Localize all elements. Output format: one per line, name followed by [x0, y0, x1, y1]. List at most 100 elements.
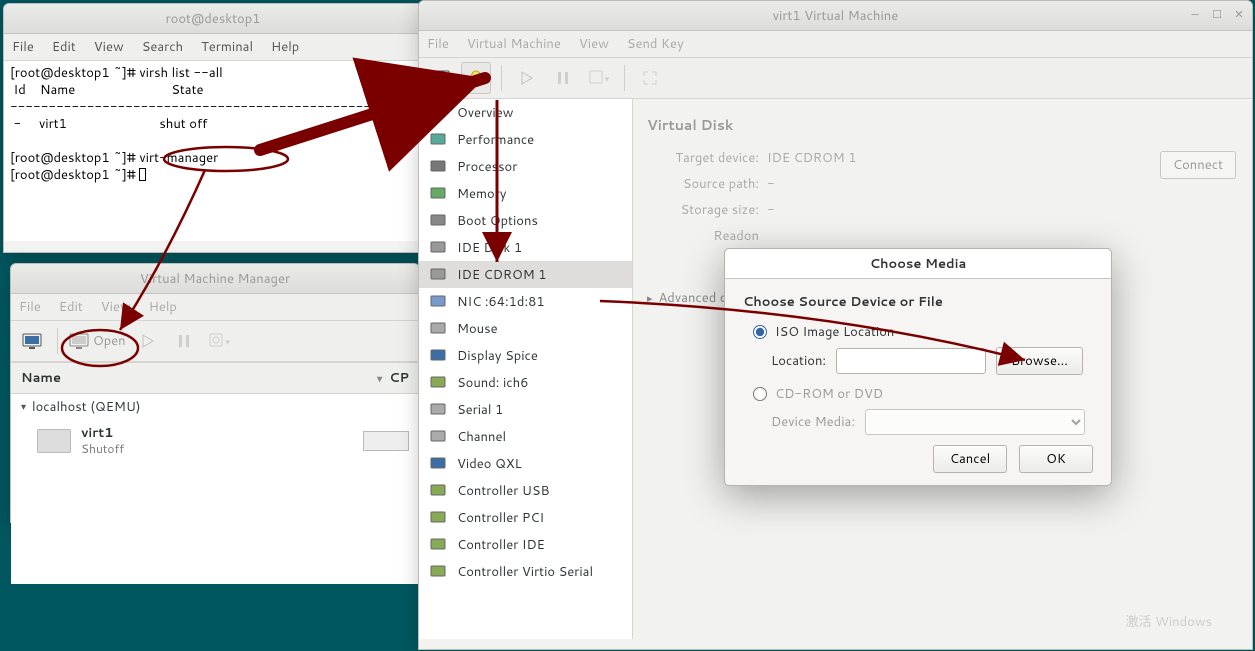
expand-icon[interactable]: ▾ — [21, 400, 26, 414]
menu-view[interactable]: View — [579, 35, 609, 53]
shutdown-button[interactable]: ▾ — [584, 62, 614, 94]
terminal-menubar: File Edit View Search Terminal Help — [4, 34, 422, 61]
col-cpu[interactable]: CP — [389, 369, 409, 387]
hw-item-ide-disk-1[interactable]: IDE Disk 1 — [419, 234, 632, 261]
iso-radio-label: ISO Image Location — [775, 323, 894, 341]
open-console-button[interactable]: Open — [68, 325, 127, 357]
cancel-button[interactable]: Cancel — [933, 445, 1007, 473]
run-button[interactable] — [512, 62, 542, 94]
menu-virtual-machine[interactable]: Virtual Machine — [467, 35, 561, 53]
menu-file[interactable]: File — [427, 35, 449, 53]
device-icon — [429, 131, 447, 149]
ok-button[interactable]: OK — [1019, 445, 1093, 473]
connection-label: localhost (QEMU) — [32, 398, 141, 416]
windows-watermark: 激活 Windows — [1126, 611, 1212, 631]
hw-item-overview[interactable]: Overview — [419, 99, 632, 126]
device-icon — [429, 293, 447, 311]
iso-radio[interactable] — [753, 325, 767, 339]
new-vm-button[interactable] — [17, 325, 47, 357]
hw-item-mouse[interactable]: Mouse — [419, 315, 632, 342]
minimize-icon[interactable]: — — [1188, 7, 1202, 21]
vm-state: Shutoff — [81, 441, 124, 456]
hw-item-boot-options[interactable]: Boot Options — [419, 207, 632, 234]
location-label: Location: — [771, 352, 826, 370]
hw-item-processor[interactable]: Processor — [419, 153, 632, 180]
hw-label: Controller IDE — [457, 536, 545, 554]
fullscreen-button[interactable] — [635, 62, 665, 94]
menu-terminal[interactable]: Terminal — [201, 38, 253, 56]
hw-item-performance[interactable]: Performance — [419, 126, 632, 153]
hw-item-sound-ich6[interactable]: Sound: ich6 — [419, 369, 632, 396]
device-icon — [429, 374, 447, 392]
menu-edit[interactable]: Edit — [52, 38, 76, 56]
hw-item-controller-virtio-serial[interactable]: Controller Virtio Serial — [419, 558, 632, 585]
cdrom-radio-label: CD-ROM or DVD — [775, 385, 883, 403]
vmm-menubar: File Edit View Help — [11, 294, 419, 321]
hw-label: Performance — [457, 131, 534, 149]
hw-label: Sound: ich6 — [457, 374, 528, 392]
hw-item-nic-64-1d-81[interactable]: NIC :64:1d:81 — [419, 288, 632, 315]
vm-toolbar: ▾ — [419, 58, 1252, 99]
hw-item-ide-cdrom-1[interactable]: IDE CDROM 1 — [419, 261, 632, 288]
vm-window-title: virt1 Virtual Machine — [773, 7, 899, 25]
close-icon[interactable]: ✕ — [1232, 7, 1246, 21]
term-prompt: [root@desktop1 ~]# — [10, 149, 139, 167]
hw-item-video-qxl[interactable]: Video QXL — [419, 450, 632, 477]
maximize-icon[interactable]: ☐ — [1210, 7, 1224, 21]
hw-item-controller-ide[interactable]: Controller IDE — [419, 531, 632, 558]
menu-send-key[interactable]: Send Key — [627, 35, 684, 53]
vmm-toolbar: Open ▾ — [11, 321, 419, 362]
pause-button[interactable] — [169, 325, 199, 357]
dialog-titlebar[interactable]: Choose Media — [725, 249, 1111, 279]
device-icon — [429, 536, 447, 554]
term-line: Id Name State — [10, 81, 204, 99]
term-prompt: [root@desktop1 ~]# — [10, 166, 139, 184]
menu-edit[interactable]: Edit — [59, 298, 83, 316]
device-media-select[interactable] — [865, 409, 1085, 435]
hw-label: Mouse — [457, 320, 498, 338]
vmm-titlebar[interactable]: Virtual Machine Manager — [11, 264, 419, 294]
location-input[interactable] — [836, 348, 986, 374]
hw-item-serial-1[interactable]: Serial 1 — [419, 396, 632, 423]
connection-row[interactable]: ▾ localhost (QEMU) — [11, 394, 419, 420]
menu-view[interactable]: View — [94, 38, 124, 56]
console-view-button[interactable] — [425, 62, 455, 94]
menu-file[interactable]: File — [19, 298, 41, 316]
vmm-title: Virtual Machine Manager — [140, 270, 290, 288]
hw-label: Controller Virtio Serial — [457, 563, 593, 581]
vmm-window: Virtual Machine Manager File Edit View H… — [10, 263, 420, 523]
details-view-button[interactable] — [461, 62, 491, 94]
hw-item-controller-usb[interactable]: Controller USB — [419, 477, 632, 504]
menu-help[interactable]: Help — [271, 38, 299, 56]
cdrom-radio[interactable] — [753, 387, 767, 401]
run-button[interactable] — [133, 325, 163, 357]
shutdown-button[interactable]: ▾ — [205, 325, 235, 357]
hw-item-display-spice[interactable]: Display Spice — [419, 342, 632, 369]
pause-button[interactable] — [548, 62, 578, 94]
hardware-list[interactable]: Overview Performance Processor Memory Boot O… — [419, 99, 633, 639]
hw-item-memory[interactable]: Memory — [419, 180, 632, 207]
browse-button[interactable]: Browse... — [996, 347, 1083, 375]
connect-button[interactable]: Connect — [1160, 151, 1236, 179]
menu-file[interactable]: File — [12, 38, 34, 56]
menu-view[interactable]: View — [101, 298, 131, 316]
terminal-output[interactable]: [root@desktop1 ~]# virsh list --all Id N… — [4, 61, 422, 241]
source-path-value: - — [767, 175, 775, 193]
hw-label: Memory — [457, 185, 506, 203]
device-media-label: Device Media: — [771, 413, 855, 431]
device-icon — [429, 185, 447, 203]
menu-help[interactable]: Help — [149, 298, 177, 316]
menu-search[interactable]: Search — [142, 38, 183, 56]
vm-row-virt1[interactable]: virt1 Shutoff — [11, 420, 419, 462]
term-cmd-virtmanager: virt-manager — [139, 149, 218, 167]
hw-item-channel[interactable]: Channel — [419, 423, 632, 450]
vm-titlebar[interactable]: virt1 Virtual Machine — ☐ ✕ — [419, 1, 1252, 31]
device-icon — [429, 104, 447, 122]
dialog-title: Choose Media — [870, 255, 967, 273]
hw-label: Serial 1 — [457, 401, 503, 419]
dialog-heading: Choose Source Device or File — [743, 293, 1093, 311]
hw-item-controller-pci[interactable]: Controller PCI — [419, 504, 632, 531]
col-name[interactable]: Name — [21, 369, 61, 387]
terminal-titlebar[interactable]: root@desktop1 — [4, 4, 422, 34]
device-icon — [429, 347, 447, 365]
